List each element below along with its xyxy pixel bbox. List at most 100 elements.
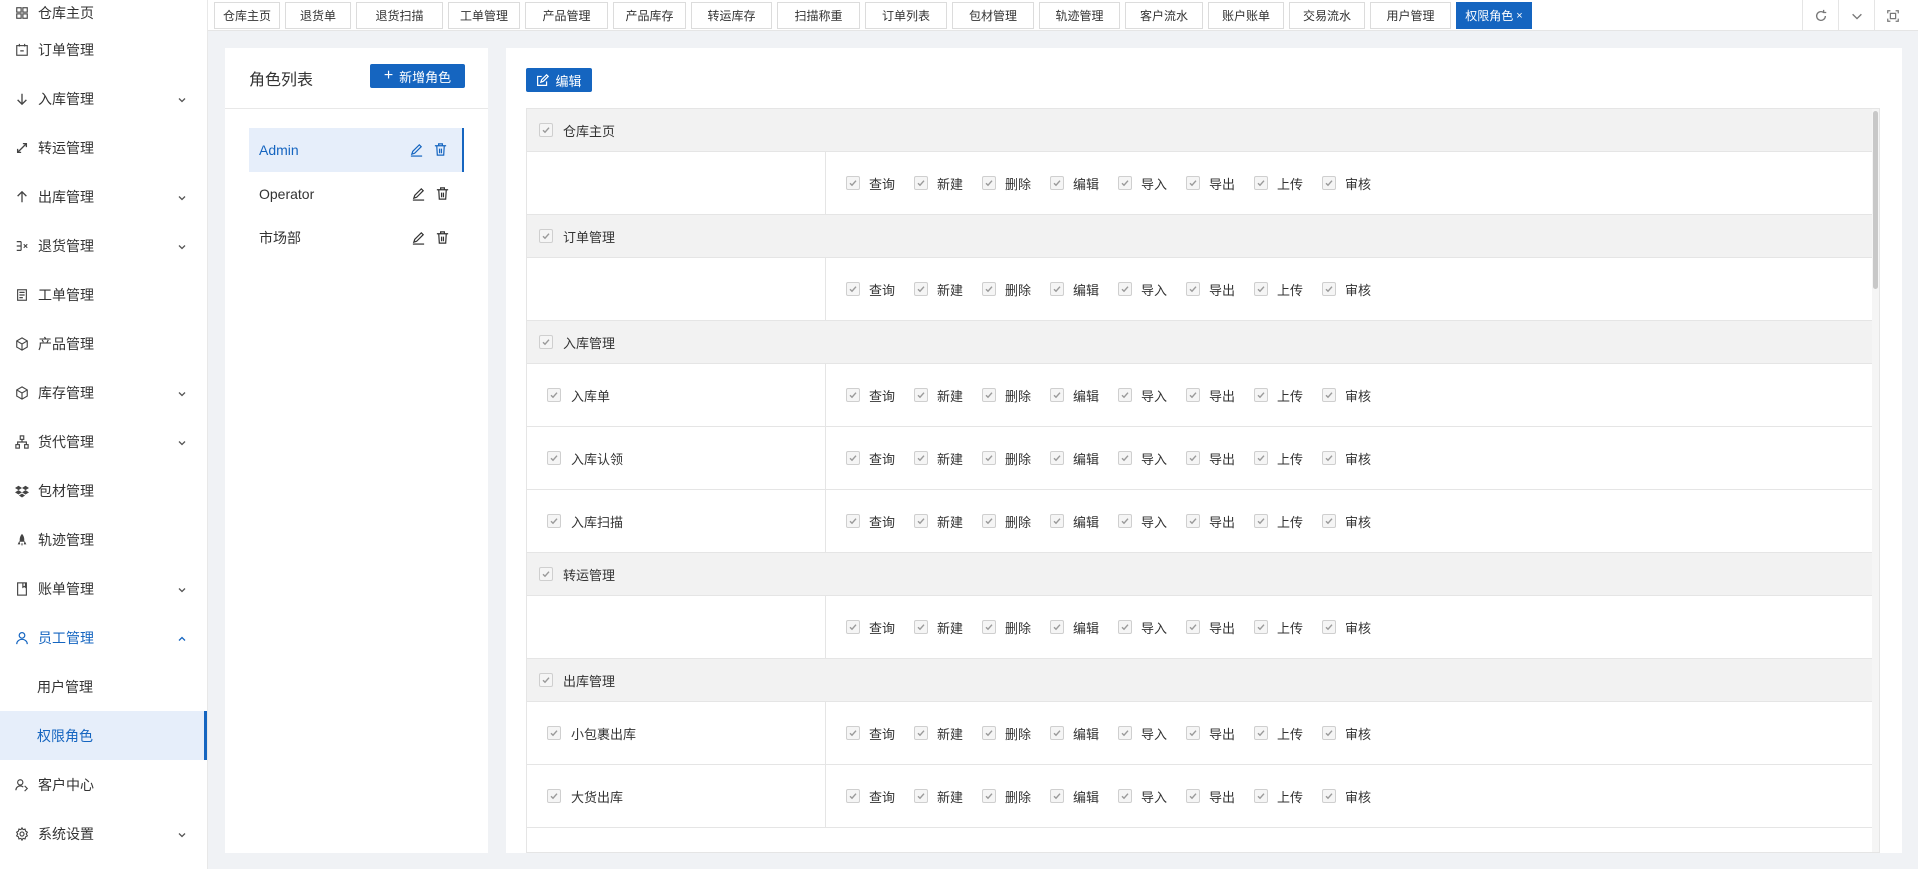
checkbox[interactable] xyxy=(982,451,996,465)
checkbox[interactable] xyxy=(1254,282,1268,296)
close-icon[interactable]: × xyxy=(1516,10,1522,22)
checkbox[interactable] xyxy=(1050,388,1064,402)
sidebar-item[interactable]: 轨迹管理 xyxy=(0,515,207,564)
checkbox[interactable] xyxy=(1118,789,1132,803)
permission-option[interactable]: 新建 xyxy=(914,787,982,806)
checkbox[interactable] xyxy=(1186,789,1200,803)
permission-option[interactable]: 导入 xyxy=(1118,787,1186,806)
scrollbar[interactable] xyxy=(1872,109,1879,852)
checkbox[interactable] xyxy=(846,514,860,528)
tab[interactable]: 用户管理 xyxy=(1370,2,1451,29)
permission-option[interactable]: 编辑 xyxy=(1050,787,1118,806)
sidebar-item[interactable]: 员工管理 xyxy=(0,613,207,662)
checkbox[interactable] xyxy=(982,388,996,402)
checkbox[interactable] xyxy=(1322,789,1336,803)
permission-option[interactable]: 删除 xyxy=(982,618,1050,637)
edit-icon[interactable] xyxy=(411,230,426,245)
role-item[interactable]: 市场部 xyxy=(249,216,464,260)
checkbox[interactable] xyxy=(1322,514,1336,528)
sidebar-item[interactable]: 包材管理 xyxy=(0,466,207,515)
checkbox[interactable] xyxy=(1322,176,1336,190)
checkbox[interactable] xyxy=(914,451,928,465)
tab[interactable]: 退货单 xyxy=(285,2,351,29)
checkbox[interactable] xyxy=(1186,514,1200,528)
chevron-down-icon[interactable] xyxy=(1838,0,1874,31)
sidebar-item[interactable]: 退货管理 xyxy=(0,221,207,270)
permission-option[interactable]: 查询 xyxy=(846,724,914,743)
checkbox[interactable] xyxy=(846,451,860,465)
permission-option[interactable]: 导入 xyxy=(1118,512,1186,531)
checkbox[interactable] xyxy=(1118,176,1132,190)
tab[interactable]: 转运库存 xyxy=(691,2,772,29)
permission-option[interactable]: 编辑 xyxy=(1050,449,1118,468)
checkbox[interactable] xyxy=(1050,282,1064,296)
checkbox[interactable] xyxy=(547,514,561,528)
checkbox[interactable] xyxy=(547,451,561,465)
permission-option[interactable]: 导入 xyxy=(1118,618,1186,637)
checkbox[interactable] xyxy=(1186,282,1200,296)
tab[interactable]: 订单列表 xyxy=(865,2,947,29)
permission-option[interactable]: 查询 xyxy=(846,449,914,468)
permission-option[interactable]: 新建 xyxy=(914,449,982,468)
permission-option[interactable]: 查询 xyxy=(846,618,914,637)
checkbox[interactable] xyxy=(914,176,928,190)
tab[interactable]: 仓库主页 xyxy=(214,2,280,29)
scrollbar-thumb[interactable] xyxy=(1873,111,1878,289)
checkbox[interactable] xyxy=(1186,176,1200,190)
permission-option[interactable]: 审核 xyxy=(1322,618,1390,637)
trash-icon[interactable] xyxy=(435,230,450,245)
checkbox[interactable] xyxy=(539,123,553,137)
refresh-icon[interactable] xyxy=(1802,0,1838,31)
permission-option[interactable]: 导入 xyxy=(1118,280,1186,299)
permission-option[interactable]: 导出 xyxy=(1186,449,1254,468)
permission-option[interactable]: 删除 xyxy=(982,512,1050,531)
sidebar-item[interactable]: 库存管理 xyxy=(0,368,207,417)
permission-option[interactable]: 导入 xyxy=(1118,724,1186,743)
edit-button[interactable]: 编辑 xyxy=(526,68,592,92)
checkbox[interactable] xyxy=(1050,726,1064,740)
permission-option[interactable]: 删除 xyxy=(982,787,1050,806)
permission-option[interactable]: 审核 xyxy=(1322,724,1390,743)
checkbox[interactable] xyxy=(1322,388,1336,402)
checkbox[interactable] xyxy=(1118,620,1132,634)
permission-option[interactable]: 导出 xyxy=(1186,386,1254,405)
permission-option[interactable]: 查询 xyxy=(846,174,914,193)
sidebar-item[interactable]: 订单管理 xyxy=(0,25,207,74)
permission-option[interactable]: 导出 xyxy=(1186,724,1254,743)
checkbox[interactable] xyxy=(539,335,553,349)
checkbox[interactable] xyxy=(846,176,860,190)
permission-option[interactable]: 新建 xyxy=(914,618,982,637)
tab[interactable]: 产品管理 xyxy=(525,2,608,29)
permission-option[interactable]: 上传 xyxy=(1254,174,1322,193)
checkbox[interactable] xyxy=(846,388,860,402)
sidebar-item[interactable]: 入库管理 xyxy=(0,74,207,123)
permission-option[interactable]: 导出 xyxy=(1186,512,1254,531)
permission-option[interactable]: 新建 xyxy=(914,174,982,193)
checkbox[interactable] xyxy=(1322,451,1336,465)
permission-option[interactable]: 删除 xyxy=(982,386,1050,405)
permission-option[interactable]: 上传 xyxy=(1254,787,1322,806)
sidebar-item[interactable]: 账单管理 xyxy=(0,564,207,613)
checkbox[interactable] xyxy=(982,176,996,190)
tab[interactable]: 账户账单 xyxy=(1208,2,1284,29)
permission-option[interactable]: 审核 xyxy=(1322,787,1390,806)
tab[interactable]: 产品库存 xyxy=(613,2,686,29)
permission-option[interactable]: 新建 xyxy=(914,386,982,405)
checkbox[interactable] xyxy=(914,282,928,296)
checkbox[interactable] xyxy=(547,789,561,803)
checkbox[interactable] xyxy=(1254,789,1268,803)
tab[interactable]: 权限角色 × xyxy=(1456,2,1532,29)
permission-option[interactable]: 编辑 xyxy=(1050,280,1118,299)
checkbox[interactable] xyxy=(539,673,553,687)
edit-icon[interactable] xyxy=(411,186,426,201)
checkbox[interactable] xyxy=(1050,789,1064,803)
sidebar-item[interactable]: 客户中心 xyxy=(0,760,207,809)
permission-option[interactable]: 编辑 xyxy=(1050,386,1118,405)
permission-option[interactable]: 上传 xyxy=(1254,386,1322,405)
permission-option[interactable]: 审核 xyxy=(1322,449,1390,468)
checkbox[interactable] xyxy=(1050,176,1064,190)
permission-option[interactable]: 导入 xyxy=(1118,449,1186,468)
checkbox[interactable] xyxy=(1322,726,1336,740)
tab[interactable]: 客户流水 xyxy=(1125,2,1203,29)
sidebar-item[interactable]: 系统设置 xyxy=(0,809,207,858)
